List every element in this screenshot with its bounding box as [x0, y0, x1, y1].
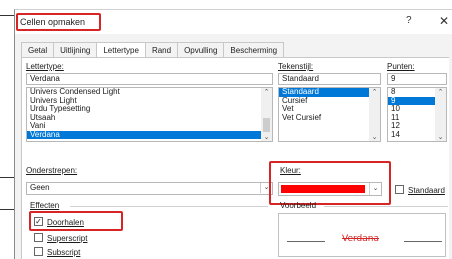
title-highlight-box [16, 13, 101, 31]
underline-label: Onderstrepen: [26, 166, 78, 175]
font-list-item[interactable]: Vani [27, 121, 272, 131]
superscript-checkbox[interactable] [34, 233, 43, 242]
tab-bar: Getal Uitlijning Lettertype Rand Opvulli… [21, 42, 285, 59]
style-list-item[interactable]: Cursief [279, 96, 380, 106]
font-list-item[interactable]: Utsaah [27, 113, 272, 123]
scroll-down-icon[interactable]: ⌄ [261, 133, 272, 141]
scroll-thumb[interactable] [263, 118, 270, 132]
effects-label: Effecten [30, 201, 60, 210]
scroll-up-icon[interactable]: ⌃ [435, 88, 446, 96]
font-input[interactable]: Verdana [26, 73, 273, 85]
font-panel: Lettertype: Verdana Univers Condensed Li… [21, 58, 449, 259]
style-list-scrollbar[interactable]: ⌃ ⌄ [369, 88, 380, 141]
preview-divider [324, 206, 448, 207]
superscript-label: Superscript [47, 234, 88, 243]
title-bar: Cellen opmaken ? ✕ [15, 10, 452, 34]
font-list-item[interactable]: Urdu Typesetting [27, 104, 272, 114]
subscript-checkbox[interactable] [34, 247, 43, 256]
font-list-scrollbar[interactable]: ⌃ ⌄ [261, 88, 272, 141]
pointer-line-color [0, 177, 14, 178]
preview-box: Verdana [278, 213, 446, 257]
subscript-label: Subscript [47, 248, 81, 257]
tab-rand[interactable]: Rand [144, 42, 178, 58]
size-list-scrollbar[interactable]: ⌃ ⌄ [435, 88, 446, 141]
preview-text: Verdana [342, 234, 379, 244]
font-list-item-selected[interactable]: Verdana [27, 130, 272, 139]
color-highlight-box [269, 161, 391, 205]
style-list[interactable]: Standaard Cursief Vet Vet Cursief ⌃ ⌄ [278, 87, 381, 142]
preview-baseline-left [287, 241, 325, 242]
font-label: Lettertype: [26, 62, 64, 71]
pointer-line-title [0, 15, 14, 16]
preview-label: Voorbeeld [280, 201, 317, 210]
font-list[interactable]: Univers Condensed Light Univers Light Ur… [26, 87, 273, 142]
effects-divider [70, 206, 268, 207]
normal-font-label: Standaard [408, 186, 445, 195]
scroll-down-icon[interactable]: ⌄ [435, 133, 446, 141]
size-list[interactable]: 8 9 10 11 12 14 ⌃ ⌄ [387, 87, 447, 142]
preview-baseline-right [404, 241, 442, 242]
size-input[interactable]: 9 [387, 73, 447, 85]
tab-bescherming[interactable]: Bescherming [223, 42, 285, 58]
normal-font-checkbox[interactable] [395, 185, 404, 194]
underline-select[interactable]: Geen ⌄ [26, 182, 273, 195]
close-button[interactable]: ✕ [439, 14, 449, 28]
style-label: Tekenstijl: [278, 62, 314, 71]
format-cells-dialog: Cellen opmaken ? ✕ Getal Uitlijning Lett… [14, 9, 452, 259]
tab-opvulling[interactable]: Opvulling [177, 42, 224, 58]
underline-value: Geen [30, 183, 50, 192]
tab-getal[interactable]: Getal [21, 42, 54, 58]
tab-uitlijning[interactable]: Uitlijning [53, 42, 97, 58]
pointer-line-effects [0, 209, 14, 210]
scroll-down-icon[interactable]: ⌄ [369, 133, 380, 141]
size-label: Punten: [387, 62, 415, 71]
scroll-up-icon[interactable]: ⌃ [261, 88, 272, 96]
style-list-item[interactable]: Vet Cursief [279, 113, 380, 123]
strikethrough-highlight-box [29, 211, 123, 231]
style-input[interactable]: Standaard [278, 73, 381, 85]
help-button[interactable]: ? [406, 15, 412, 26]
scroll-up-icon[interactable]: ⌃ [369, 88, 380, 96]
